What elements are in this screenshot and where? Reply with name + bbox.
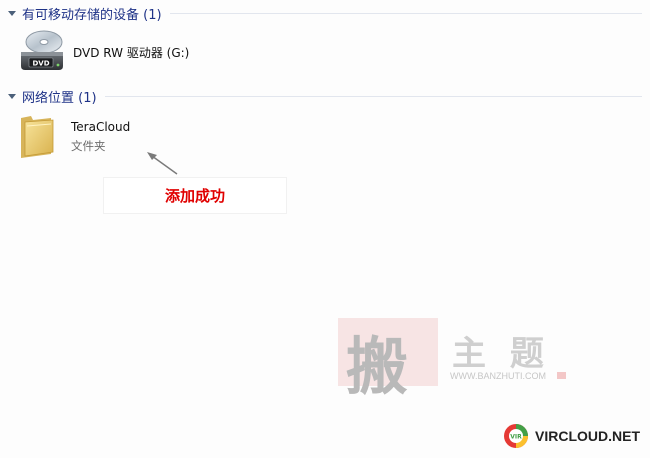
group-header-network[interactable]: 网络位置 (1) [8,86,642,106]
group-title: 有可移动存储的设备 (1) [22,7,162,23]
group-header-removable[interactable]: 有可移动存储的设备 (1) [8,3,642,23]
watermark-sub-chars: 主 题 [452,334,550,374]
group-divider [104,95,642,97]
watermark-mark [557,372,566,379]
vircloud-brand-text: VIRCLOUD.NET [535,428,640,444]
group-title: 网络位置 (1) [22,90,97,106]
success-annotation: 添加成功 [104,178,286,213]
collapse-triangle-icon[interactable] [8,94,16,99]
pointer-arrow-icon [147,152,178,175]
vircloud-logo-text: VIR [510,434,522,441]
teracloud-item[interactable]: TeraCloud 文件夹 [17,112,130,160]
group-divider [169,12,642,14]
vircloud-logo-icon: VIR [504,424,528,448]
teracloud-label: TeraCloud [71,120,131,134]
collapse-triangle-icon[interactable] [8,11,16,16]
watermark-main-char: 搬 [346,330,409,403]
teracloud-type: 文件夹 [71,139,106,153]
folder-icon [21,116,54,158]
dvd-drive-label: DVD RW 驱动器 (G:) [73,46,190,60]
explorer-pane: 有可移动存储的设备 (1) DVD DVD RW 驱动器 (G:) 网络位置 (… [0,0,650,458]
watermark-url: WWW.BANZHUTI.COM [450,371,546,381]
vircloud-brand: VIR VIRCLOUD.NET [503,423,640,449]
dvd-drive-item[interactable]: DVD DVD RW 驱动器 (G:) [17,28,189,76]
dvd-drive-icon: DVD [21,30,63,70]
success-annotation-text: 添加成功 [164,187,225,205]
dvd-icon-label: DVD [32,60,49,68]
